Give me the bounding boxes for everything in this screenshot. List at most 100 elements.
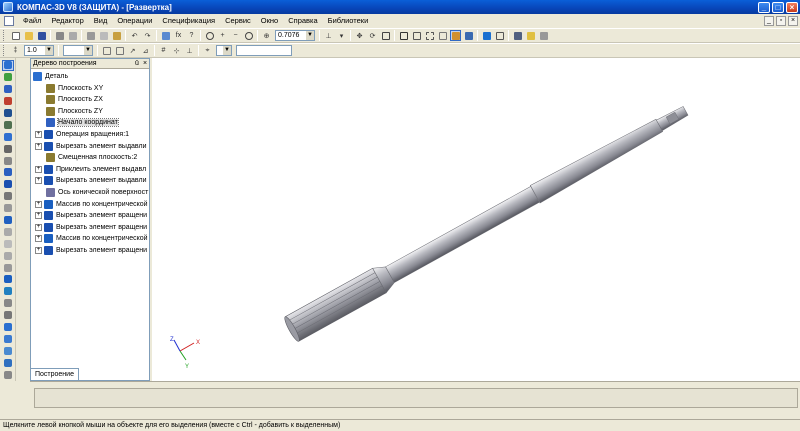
shell-tool-icon[interactable] — [2, 250, 14, 261]
loft-tool-icon[interactable] — [2, 203, 14, 214]
chevron-down-icon[interactable]: ▼ — [45, 46, 53, 55]
tree-item[interactable]: Смещенная плоскость:2 — [46, 152, 137, 163]
snap-icon[interactable]: ⌖ — [202, 45, 213, 56]
model-canvas[interactable]: X Y Z — [152, 58, 800, 381]
expand-icon[interactable]: + — [35, 247, 42, 254]
menu-service[interactable]: Сервис — [220, 14, 256, 28]
menu-operations[interactable]: Операции — [112, 14, 157, 28]
menu-specification[interactable]: Спецификация — [157, 14, 220, 28]
refresh-icon[interactable] — [380, 30, 391, 41]
dimensions-tool-icon[interactable] — [2, 84, 14, 95]
ortho-icon[interactable]: ⊥ — [184, 45, 195, 56]
close-icon[interactable]: × — [141, 60, 149, 67]
expand-icon[interactable]: + — [35, 212, 42, 220]
thread-tool-icon[interactable] — [2, 310, 14, 321]
tree-item[interactable]: + Массив по концентрической — [35, 233, 148, 244]
coordinates-field[interactable] — [236, 45, 292, 56]
hidden-lines-icon[interactable] — [411, 30, 422, 41]
menu-help[interactable]: Справка — [283, 14, 322, 28]
expand-icon[interactable]: + — [35, 165, 42, 173]
pin-icon[interactable]: ū — [133, 60, 141, 67]
document-icon[interactable] — [4, 16, 14, 26]
chevron-down-icon[interactable]: ▼ — [306, 31, 314, 40]
preview-icon[interactable] — [67, 30, 78, 41]
layer-combo[interactable]: ▼ — [63, 45, 93, 56]
expand-icon[interactable]: + — [35, 131, 42, 138]
hidden-thin-icon[interactable] — [424, 30, 435, 41]
tree-item[interactable]: Ось конической поверхност — [46, 187, 148, 198]
menu-view[interactable]: Вид — [89, 14, 113, 28]
expand-icon[interactable]: + — [35, 200, 42, 208]
tree-root-item[interactable]: Деталь — [33, 71, 68, 82]
chamfer-tool-icon[interactable] — [2, 238, 14, 249]
zoom-out-icon[interactable]: − — [230, 30, 241, 41]
sketch-icon[interactable] — [101, 45, 112, 56]
maximize-button[interactable]: □ — [772, 1, 784, 13]
expand-icon[interactable]: + — [35, 223, 42, 231]
copy-icon[interactable] — [98, 30, 109, 41]
edit-tool-icon[interactable] — [2, 96, 14, 107]
zoom-window-icon[interactable] — [204, 30, 215, 41]
spec-tool-icon[interactable] — [2, 143, 14, 154]
menu-libraries[interactable]: Библиотеки — [323, 14, 374, 28]
zoom-all-icon[interactable] — [243, 30, 254, 41]
expand-icon[interactable]: + — [35, 177, 42, 185]
cut-tool-icon[interactable] — [2, 215, 14, 226]
doc-close-button[interactable]: × — [788, 16, 798, 26]
model-viewport[interactable]: X Y Z — [152, 58, 800, 381]
parametrize-tool-icon[interactable] — [2, 108, 14, 119]
fillet-tool-icon[interactable] — [2, 226, 14, 237]
measure-tool-icon[interactable] — [2, 119, 14, 130]
shaded-icon[interactable] — [450, 30, 461, 41]
tree-item[interactable]: Плоскость ZY — [46, 106, 103, 117]
mirror-tool-icon[interactable] — [2, 298, 14, 309]
tree-item[interactable]: Плоскость ZX — [46, 94, 103, 105]
pick-icon[interactable]: ↗ — [127, 45, 138, 56]
minimize-button[interactable]: _ — [758, 1, 770, 13]
perspective-icon[interactable] — [481, 30, 492, 41]
tree-item[interactable]: + Вырезать элемент вращени — [35, 210, 147, 221]
variables-icon[interactable]: fx — [173, 30, 184, 41]
tree-item[interactable]: Плоскость XY — [46, 83, 103, 94]
help-pointer-icon[interactable]: ? — [186, 30, 197, 41]
new-document-icon[interactable] — [10, 30, 21, 41]
hole-tool-icon[interactable] — [2, 274, 14, 285]
tree-item[interactable]: + Массив по концентрической — [35, 199, 148, 210]
tree-item[interactable]: + Вырезать элемент выдавли — [35, 175, 146, 186]
toolbar-grip[interactable] — [3, 45, 6, 56]
expand-icon[interactable]: + — [35, 235, 42, 243]
doc-restore-button[interactable]: ▫ — [776, 16, 786, 26]
tree-item[interactable]: + Вырезать элемент вращени — [35, 222, 147, 233]
step-combo[interactable]: 1.0 ▼ — [24, 45, 54, 56]
close-button[interactable]: × — [786, 1, 798, 13]
shaded-edges-icon[interactable] — [463, 30, 474, 41]
library-manager-icon[interactable] — [512, 30, 523, 41]
revolve-tool-icon[interactable] — [2, 179, 14, 190]
table-icon[interactable] — [538, 30, 549, 41]
select-filter-icon[interactable] — [2, 131, 14, 142]
zoom-scale-icon[interactable]: ⊕ — [261, 30, 272, 41]
extrude-tool-icon[interactable] — [2, 167, 14, 178]
rotate-icon[interactable]: ⟳ — [367, 30, 378, 41]
orientation-dropdown-icon[interactable]: ▾ — [336, 30, 347, 41]
sheet-tool-icon[interactable] — [2, 369, 14, 380]
cursor-step-icon[interactable]: ‡ — [10, 45, 21, 56]
open-folder-icon[interactable] — [23, 30, 34, 41]
tab-build[interactable]: Построение — [31, 368, 79, 380]
cube-icon[interactable] — [494, 30, 505, 41]
zoom-in-icon[interactable]: + — [217, 30, 228, 41]
kinematic-tool-icon[interactable] — [2, 191, 14, 202]
tree-item[interactable]: + Вырезать элемент вращени — [35, 245, 147, 256]
tree-item[interactable]: Начало координат — [46, 117, 119, 128]
pattern-tool-icon[interactable] — [2, 286, 14, 297]
reamer-model[interactable] — [283, 99, 693, 343]
menu-window[interactable]: Окно — [256, 14, 283, 28]
redo-icon[interactable]: ↷ — [142, 30, 153, 41]
pin-icon[interactable]: ⊿ — [140, 45, 151, 56]
chevron-down-icon[interactable]: ▼ — [223, 46, 231, 55]
menu-editor[interactable]: Редактор — [46, 14, 88, 28]
plane-tool-icon[interactable] — [2, 322, 14, 333]
print-icon[interactable] — [54, 30, 65, 41]
rib-tool-icon[interactable] — [2, 262, 14, 273]
geometry-tool-icon[interactable] — [2, 72, 14, 83]
